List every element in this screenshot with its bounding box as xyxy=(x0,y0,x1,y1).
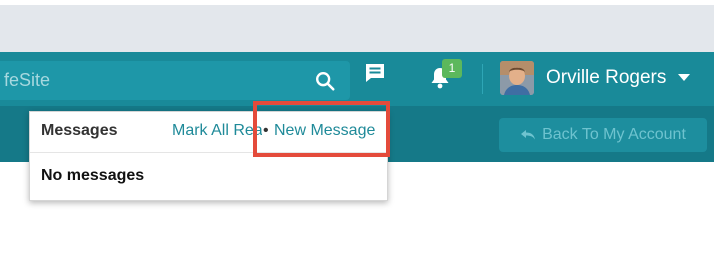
search-icon[interactable] xyxy=(314,70,336,92)
undo-icon xyxy=(521,130,536,140)
messages-title: Messages xyxy=(41,122,118,139)
no-messages-text: No messages xyxy=(41,167,145,184)
mark-all-read-link[interactable]: Mark All Read xyxy=(172,122,262,140)
notification-badge: 1 xyxy=(442,59,462,78)
message-icon[interactable] xyxy=(363,61,387,85)
search-input[interactable] xyxy=(0,61,304,100)
navbar-divider xyxy=(482,64,483,94)
user-menu[interactable]: Orville Rogers xyxy=(500,59,691,97)
page-header-band xyxy=(0,5,714,52)
search-box xyxy=(0,61,350,100)
notifications-button[interactable]: 1 xyxy=(428,59,462,93)
back-to-account-label: Back To My Account xyxy=(542,126,686,143)
user-name: Orville Rogers xyxy=(546,67,667,88)
back-to-account-button[interactable]: Back To My Account xyxy=(499,118,707,152)
caret-down-icon xyxy=(678,74,691,81)
highlight-box xyxy=(253,101,390,157)
avatar xyxy=(500,61,534,95)
